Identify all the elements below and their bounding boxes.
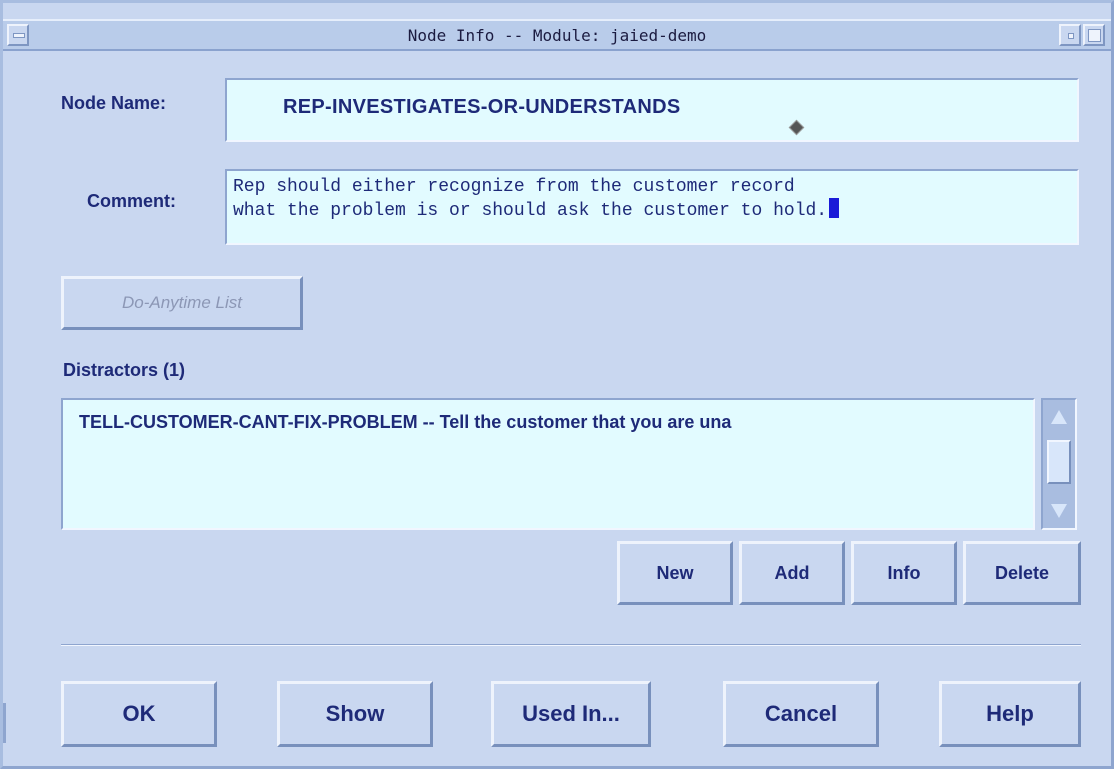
comment-line-2: what the problem is or should ask the cu… [233, 198, 1077, 222]
node-name-field[interactable]: REP-INVESTIGATES-OR-UNDERSTANDS [225, 78, 1079, 142]
add-button[interactable]: Add [739, 541, 845, 605]
separator [61, 644, 1081, 646]
scroll-up-icon[interactable] [1051, 410, 1067, 424]
help-button[interactable]: Help [939, 681, 1081, 747]
distractors-scrollbar[interactable] [1041, 398, 1077, 530]
comment-label: Comment: [87, 191, 176, 211]
used-in-button[interactable]: Used In... [491, 681, 651, 747]
do-anytime-list-button[interactable]: Do-Anytime List [61, 276, 303, 330]
show-button[interactable]: Show [277, 681, 433, 747]
comment-line-2-text: what the problem is or should ask the cu… [233, 201, 828, 221]
node-name-label: Node Name: [61, 93, 167, 113]
window-resize-handle[interactable] [3, 703, 6, 743]
maximize-icon[interactable] [1083, 24, 1105, 46]
distractors-list[interactable]: TELL-CUSTOMER-CANT-FIX-PROBLEM -- Tell t… [61, 398, 1035, 530]
delete-button[interactable]: Delete [963, 541, 1081, 605]
info-button[interactable]: Info [851, 541, 957, 605]
scroll-down-icon[interactable] [1051, 504, 1067, 518]
text-cursor [829, 198, 840, 218]
ok-button[interactable]: OK [61, 681, 217, 747]
new-button[interactable]: New [617, 541, 733, 605]
minimize-icon[interactable] [1059, 24, 1081, 46]
node-info-window: Node Info -- Module: jaied-demo Node Nam… [0, 0, 1114, 769]
title-bar[interactable]: Node Info -- Module: jaied-demo [3, 19, 1111, 51]
node-name-value: REP-INVESTIGATES-OR-UNDERSTANDS [283, 96, 681, 118]
distractors-label: Distractors (1) [63, 360, 186, 380]
window-title: Node Info -- Module: jaied-demo [407, 26, 707, 45]
comment-line-1: Rep should either recognize from the cus… [233, 177, 795, 197]
list-item[interactable]: TELL-CUSTOMER-CANT-FIX-PROBLEM -- Tell t… [79, 412, 731, 433]
pointer-diamond-icon [788, 119, 805, 136]
comment-field[interactable]: Rep should either recognize from the cus… [225, 169, 1079, 245]
scroll-thumb[interactable] [1047, 440, 1071, 484]
cancel-button[interactable]: Cancel [723, 681, 879, 747]
